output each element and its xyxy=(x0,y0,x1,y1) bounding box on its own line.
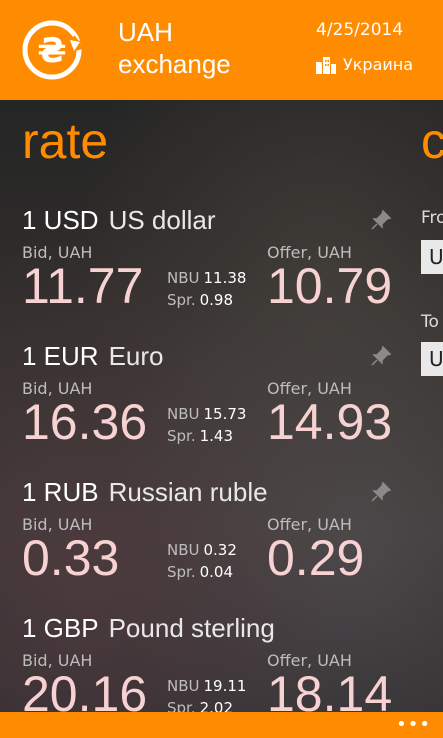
region-selector[interactable]: Украина xyxy=(315,55,413,74)
spread-row: Spr. 1.43 xyxy=(167,427,233,445)
nbu-value: 11.38 xyxy=(203,269,247,287)
currency-header: 1 USD US dollar xyxy=(22,205,392,235)
nbu-row: NBU 0.32 xyxy=(167,541,237,559)
nbu-label: NBU xyxy=(167,677,200,695)
offer-value: 10.79 xyxy=(267,258,393,314)
buildings-icon xyxy=(316,56,336,74)
bid-value: 0.33 xyxy=(22,530,120,586)
pin-icon[interactable] xyxy=(370,209,392,231)
header-date: 4/25/2014 xyxy=(316,20,404,40)
nbu-row: NBU 19.11 xyxy=(167,677,246,695)
nbu-label: NBU xyxy=(167,269,200,287)
pivot-title-next[interactable]: c xyxy=(421,112,443,170)
currency-code: 1 GBP xyxy=(22,613,99,643)
offer-value: 14.93 xyxy=(267,394,393,450)
nbu-label: NBU xyxy=(167,541,200,559)
pin-icon[interactable] xyxy=(370,345,392,367)
currency-header: 1 RUB Russian ruble xyxy=(22,477,392,507)
spread-value: 0.04 xyxy=(199,563,234,581)
spread-label: Spr. xyxy=(167,427,196,445)
spread-row: Spr. 0.98 xyxy=(167,291,233,309)
bid-value: 16.36 xyxy=(22,394,148,450)
to-label: To xyxy=(421,312,439,332)
currency-name: Pound sterling xyxy=(108,613,275,643)
currency-header: 1 GBP Pound sterling xyxy=(22,613,392,643)
nbu-row: NBU 15.73 xyxy=(167,405,246,423)
currency-card-usd[interactable]: 1 USD US dollar Bid, UAH Offer, UAH 11.77… xyxy=(22,205,392,314)
header: ₴ UAH exchange 4/25/2014 Украина xyxy=(0,0,443,100)
currency-name: US dollar xyxy=(108,205,216,235)
currency-code: 1 USD xyxy=(22,205,99,235)
from-label: Fro xyxy=(421,208,443,228)
app-bar: ••• xyxy=(0,712,443,738)
nbu-value: 19.11 xyxy=(203,677,247,695)
spread-row: Spr. 0.04 xyxy=(167,563,233,581)
more-options-button[interactable]: ••• xyxy=(396,714,431,735)
pivot-title-rate[interactable]: rate xyxy=(22,112,108,170)
nbu-label: NBU xyxy=(167,405,200,423)
nbu-value: 0.32 xyxy=(203,541,237,559)
svg-text:₴: ₴ xyxy=(37,31,66,71)
spread-value: 0.98 xyxy=(199,291,234,309)
currency-card-gbp[interactable]: 1 GBP Pound sterling Bid, UAH Offer, UAH … xyxy=(22,613,392,722)
currency-code: 1 EUR xyxy=(22,341,99,371)
offer-value: 0.29 xyxy=(267,530,365,586)
nbu-row: NBU 11.38 xyxy=(167,269,246,287)
region-label: Украина xyxy=(343,55,414,74)
bid-value: 11.77 xyxy=(22,258,144,314)
currency-code: 1 RUB xyxy=(22,477,99,507)
spread-value: 1.43 xyxy=(199,427,234,445)
hryvnia-exchange-icon: ₴ xyxy=(22,20,82,80)
currency-card-eur[interactable]: 1 EUR Euro Bid, UAH Offer, UAH 16.36 NBU 1… xyxy=(22,341,392,450)
currency-header: 1 EUR Euro xyxy=(22,341,392,371)
spread-label: Spr. xyxy=(167,291,196,309)
currency-name: Russian ruble xyxy=(108,477,268,507)
currency-name: Euro xyxy=(108,341,164,371)
to-select[interactable]: U xyxy=(421,342,443,376)
from-select[interactable]: U xyxy=(421,240,443,274)
nbu-value: 15.73 xyxy=(203,405,247,423)
spread-label: Spr. xyxy=(167,563,196,581)
app-title: UAH exchange xyxy=(118,17,231,79)
currency-card-rub[interactable]: 1 RUB Russian ruble Bid, UAH Offer, UAH 0… xyxy=(22,477,392,586)
pin-icon[interactable] xyxy=(370,481,392,503)
